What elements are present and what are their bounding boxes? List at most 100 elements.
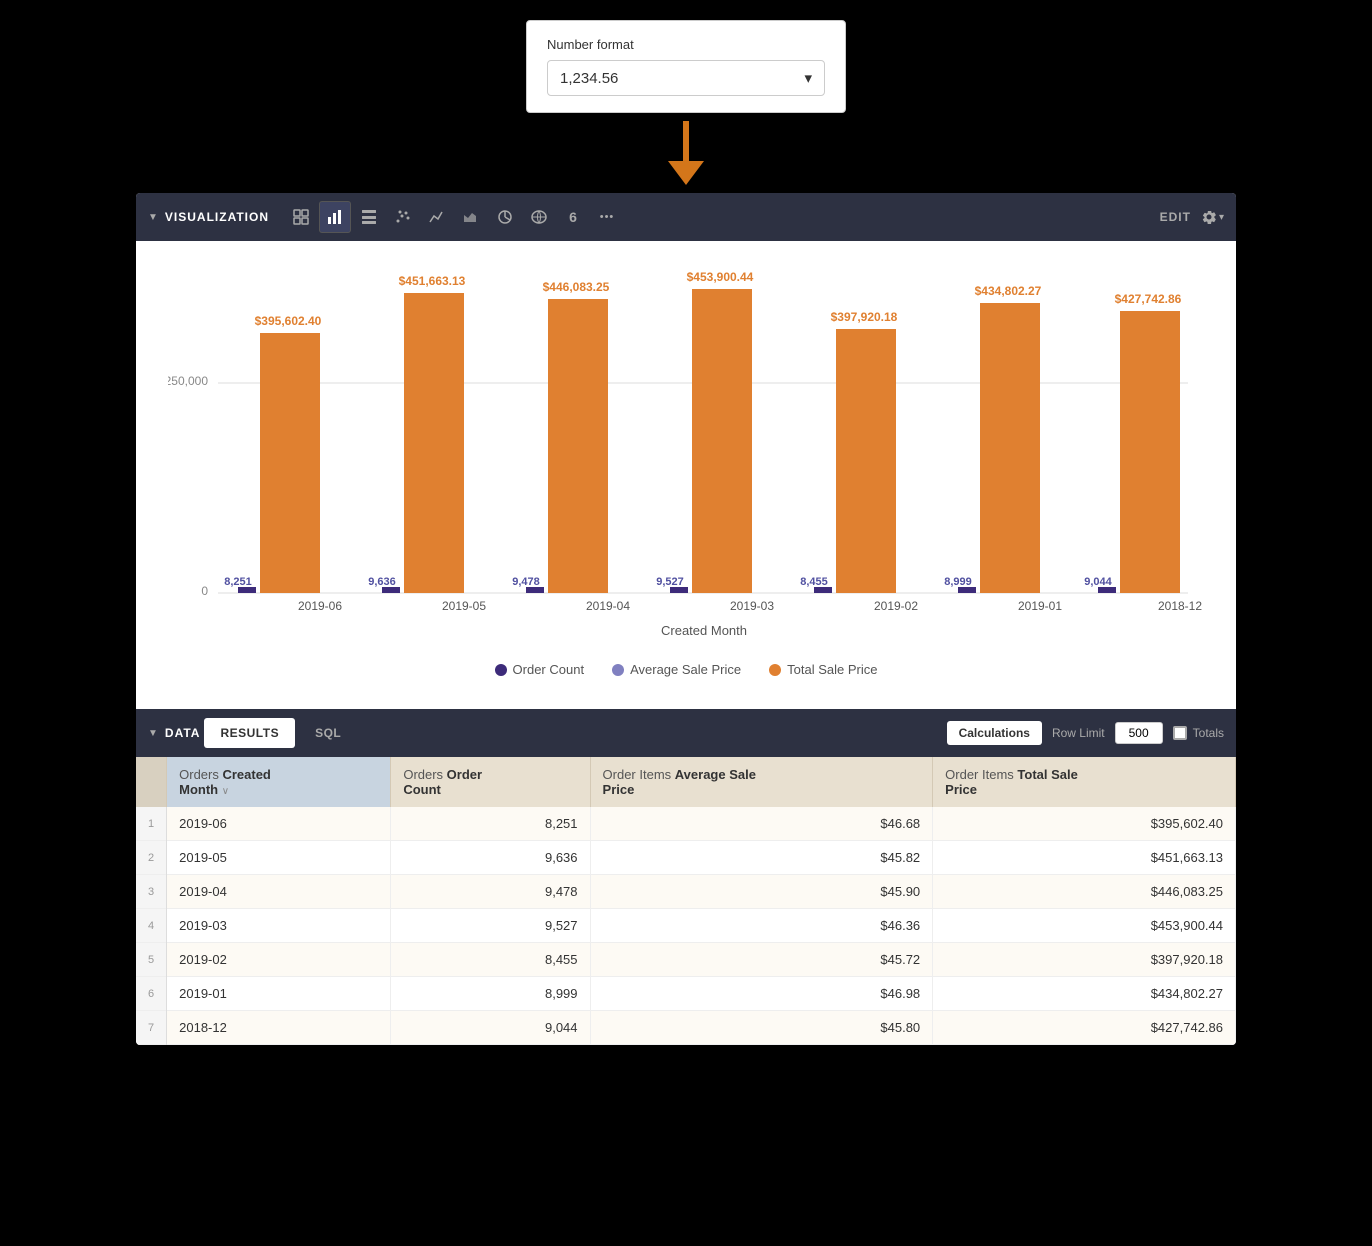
total-sale-price-header[interactable]: Order Items Total SalePrice — [933, 757, 1236, 807]
svg-text:250,000: 250,000 — [168, 374, 208, 388]
column-viz-button[interactable] — [353, 201, 385, 233]
svg-text:$453,900.44: $453,900.44 — [687, 270, 754, 284]
sql-tab[interactable]: SQL — [299, 718, 357, 748]
created-month-header[interactable]: Orders CreatedMonth ∨ — [167, 757, 391, 807]
row-month: 2019-06 — [167, 807, 391, 841]
row-limit-label: Row Limit — [1052, 726, 1105, 740]
totals-checkbox[interactable] — [1173, 726, 1187, 740]
chevron-down-icon: ▾ — [804, 69, 812, 87]
avg-price-label: Average Sale Price — [630, 662, 741, 677]
avg-sale-price-header[interactable]: Order Items Average SalePrice — [590, 757, 933, 807]
area-viz-button[interactable] — [455, 201, 487, 233]
table-viz-button[interactable] — [285, 201, 317, 233]
chevron-down-icon: ▾ — [1219, 212, 1224, 223]
row-total-price: $434,802.27 — [933, 977, 1236, 1011]
legend-avg-sale-price: Average Sale Price — [612, 662, 741, 677]
row-total-price: $427,742.86 — [933, 1011, 1236, 1045]
row-avg-price: $45.80 — [590, 1011, 933, 1045]
svg-text:$434,802.27: $434,802.27 — [975, 284, 1042, 298]
data-chevron-icon: ▼ — [148, 728, 159, 739]
data-header: ▼ DATA RESULTS SQL Calculations Row Limi… — [136, 709, 1236, 757]
data-table: Orders CreatedMonth ∨ Orders OrderCount … — [136, 757, 1236, 1045]
svg-text:9,527: 9,527 — [656, 576, 684, 588]
settings-button[interactable]: ▾ — [1201, 209, 1224, 225]
svg-text:9,636: 9,636 — [368, 576, 396, 588]
more-viz-button[interactable]: ••• — [591, 201, 623, 233]
row-number: 3 — [136, 875, 167, 909]
number-format-value: 1,234.56 — [560, 70, 618, 87]
line-viz-button[interactable] — [421, 201, 453, 233]
row-avg-price: $45.72 — [590, 943, 933, 977]
row-avg-price: $46.36 — [590, 909, 933, 943]
svg-text:Created Month: Created Month — [661, 623, 747, 638]
bar-chart-viz-button[interactable] — [319, 201, 351, 233]
row-limit-input[interactable] — [1115, 722, 1163, 744]
legend-order-count: Order Count — [495, 662, 585, 677]
number-format-select[interactable]: 1,234.56 ▾ — [547, 60, 825, 96]
order-count-label: Order Count — [513, 662, 585, 677]
row-month: 2019-03 — [167, 909, 391, 943]
table-row: 2 2019-05 9,636 $45.82 $451,663.13 — [136, 841, 1236, 875]
svg-text:$395,602.40: $395,602.40 — [255, 314, 322, 328]
svg-text:2019-02: 2019-02 — [874, 599, 918, 613]
row-number: 7 — [136, 1011, 167, 1045]
svg-text:8,455: 8,455 — [800, 576, 828, 588]
row-total-price: $446,083.25 — [933, 875, 1236, 909]
order-count-header[interactable]: Orders OrderCount — [391, 757, 590, 807]
row-number: 4 — [136, 909, 167, 943]
scatter-viz-button[interactable] — [387, 201, 419, 233]
svg-text:$451,663.13: $451,663.13 — [399, 274, 466, 288]
row-avg-price: $46.68 — [590, 807, 933, 841]
row-order-count: 9,527 — [391, 909, 590, 943]
single-value-viz-button[interactable]: 6 — [557, 201, 589, 233]
row-order-count: 8,999 — [391, 977, 590, 1011]
row-total-price: $395,602.40 — [933, 807, 1236, 841]
data-header-right: Calculations Row Limit Totals — [947, 721, 1224, 745]
svg-text:0: 0 — [201, 584, 208, 598]
svg-text:8,251: 8,251 — [224, 576, 252, 588]
total-price-dot — [769, 664, 781, 676]
number-format-label: Number format — [547, 37, 825, 52]
total-price-label: Total Sale Price — [787, 662, 877, 677]
visualization-title: ▼ VISUALIZATION — [148, 210, 269, 224]
row-avg-price: $45.82 — [590, 841, 933, 875]
row-number: 5 — [136, 943, 167, 977]
viz-chevron-icon: ▼ — [148, 212, 159, 223]
viz-header-right: EDIT ▾ — [1160, 209, 1224, 225]
svg-text:2019-01: 2019-01 — [1018, 599, 1062, 613]
table-row: 1 2019-06 8,251 $46.68 $395,602.40 — [136, 807, 1236, 841]
down-arrow — [668, 113, 704, 193]
edit-button[interactable]: EDIT — [1160, 210, 1191, 224]
row-number: 6 — [136, 977, 167, 1011]
row-month: 2019-05 — [167, 841, 391, 875]
svg-text:9,478: 9,478 — [512, 576, 540, 588]
data-title: ▼ DATA — [148, 726, 200, 740]
calculations-button[interactable]: Calculations — [947, 721, 1042, 745]
row-order-count: 8,455 — [391, 943, 590, 977]
row-month: 2018-12 — [167, 1011, 391, 1045]
totals-label: Totals — [1173, 726, 1224, 740]
svg-text:$427,742.86: $427,742.86 — [1115, 292, 1182, 306]
table-row: 7 2018-12 9,044 $45.80 $427,742.86 — [136, 1011, 1236, 1045]
chart-area: 250,000 0 $395,602.40 8,251 2019-06 $451… — [136, 241, 1236, 709]
table-row: 6 2019-01 8,999 $46.98 $434,802.27 — [136, 977, 1236, 1011]
row-avg-price: $45.90 — [590, 875, 933, 909]
main-content: ▼ VISUALIZATION — [136, 193, 1236, 1045]
row-number-header — [136, 757, 167, 807]
map-viz-button[interactable] — [523, 201, 555, 233]
svg-text:2019-03: 2019-03 — [730, 599, 774, 613]
row-month: 2019-02 — [167, 943, 391, 977]
row-order-count: 9,636 — [391, 841, 590, 875]
legend-total-sale-price: Total Sale Price — [769, 662, 877, 677]
results-tab[interactable]: RESULTS — [204, 718, 295, 748]
avg-price-dot — [612, 664, 624, 676]
pie-viz-button[interactable] — [489, 201, 521, 233]
row-month: 2019-01 — [167, 977, 391, 1011]
table-row: 5 2019-02 8,455 $45.72 $397,920.18 — [136, 943, 1236, 977]
svg-text:9,044: 9,044 — [1084, 576, 1112, 588]
table-row: 3 2019-04 9,478 $45.90 $446,083.25 — [136, 875, 1236, 909]
svg-text:2018-12: 2018-12 — [1158, 599, 1202, 613]
svg-text:8,999: 8,999 — [944, 576, 972, 588]
row-total-price: $451,663.13 — [933, 841, 1236, 875]
chart-svg: 250,000 0 $395,602.40 8,251 2019-06 $451… — [168, 265, 1204, 645]
